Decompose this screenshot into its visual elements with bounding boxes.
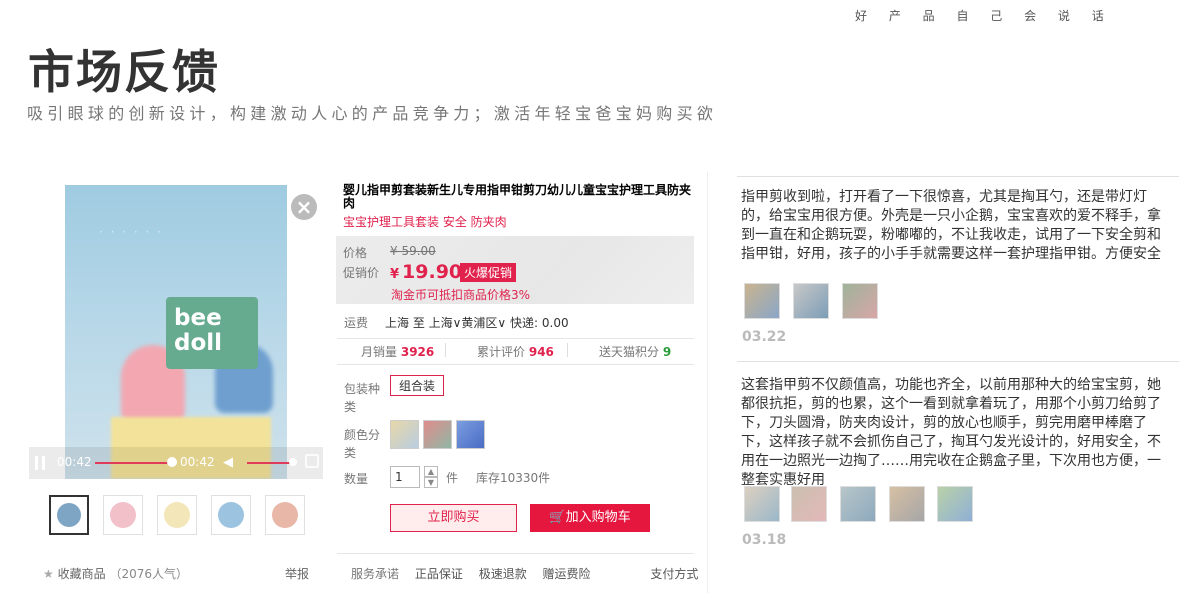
promo-tag: 火爆促销 — [460, 263, 517, 282]
volume-handle[interactable] — [289, 458, 297, 466]
page-title: 市场反馈 — [28, 45, 220, 99]
quantity-label: 数量 — [344, 472, 369, 486]
service-item: 正品保证 — [414, 567, 463, 581]
quantity-unit: 件 — [446, 471, 459, 485]
product-video[interactable]: · · · · · · bee doll — [65, 185, 287, 479]
review-separator — [737, 361, 1179, 362]
divider — [337, 338, 694, 339]
color-label: 颜色分类 — [344, 428, 381, 460]
price-box: 价格 ¥ 59.00 促销价 ¥19.90 火爆促销 淘金币可抵扣商品价格3% — [336, 236, 694, 304]
seek-handle[interactable] — [167, 457, 177, 467]
add-to-cart-button[interactable]: 🛒加入购物车 — [530, 504, 650, 532]
promo-label: 促销价 — [343, 266, 380, 280]
pause-icon[interactable] — [35, 456, 45, 470]
package-label: 包装种类 — [344, 382, 381, 414]
original-price: ¥ 59.00 — [390, 244, 436, 258]
video-controls: 00:42 00:42 ◀ — [29, 447, 323, 479]
promo-price: ¥19.90 — [390, 261, 462, 283]
price-label: 价格 — [343, 246, 368, 260]
review-text: 指甲剪收到啦，打开看了一下很惊喜，尤其是掏耳勺，还是带灯灯的，给宝宝用很方便。外… — [741, 189, 1161, 262]
thumbnail[interactable] — [49, 495, 89, 535]
review-photo[interactable] — [791, 486, 827, 522]
favorite-row[interactable]: ★ 收藏商品 （2076人气） — [43, 565, 188, 582]
color-swatch[interactable] — [456, 420, 485, 449]
brand-logo: bee doll — [166, 297, 258, 369]
volume-slider[interactable] — [247, 462, 291, 464]
review-photo[interactable] — [842, 283, 878, 319]
monthly-sales: 月销量 3926 — [361, 345, 435, 359]
product-subtitle: 宝宝护理工具套装 安全 防夹肉 — [343, 215, 507, 229]
product-gallery: · · · · · · bee doll × 00:42 00:42 ◀ — [29, 185, 323, 479]
color-swatch[interactable] — [390, 420, 419, 449]
shipping-text[interactable]: 上海 至 上海∨黄浦区∨ 快递: 0.00 — [385, 316, 569, 330]
total-reviews[interactable]: 累计评价 946 — [477, 343, 554, 360]
shipping-row[interactable]: 运费 上海 至 上海∨黄浦区∨ 快递: 0.00 — [344, 314, 569, 331]
thumbnail[interactable] — [211, 495, 251, 535]
review-separator — [737, 176, 1179, 177]
currency-symbol: ¥ — [390, 267, 400, 282]
favorite-count: （2076人气） — [109, 567, 188, 581]
review-date: 03.18 — [742, 532, 787, 548]
divider — [337, 553, 694, 554]
close-icon[interactable]: × — [291, 194, 317, 220]
service-item: 赠运费险 — [542, 567, 591, 581]
thumbnail[interactable] — [265, 495, 305, 535]
color-swatch[interactable] — [423, 420, 452, 449]
cart-icon: 🛒 — [549, 510, 566, 525]
video-background-text: · · · · · · — [99, 225, 163, 239]
tmall-points: 送天猫积分 9 — [599, 345, 672, 359]
package-option[interactable]: 组合装 — [390, 375, 445, 396]
star-icon: ★ — [43, 567, 54, 581]
product-title: 婴儿指甲剪套装新生儿专用指甲钳剪刀幼儿儿童宝宝护理工具防夹肉 — [343, 183, 692, 210]
thumbnail[interactable] — [157, 495, 197, 535]
quantity-up-icon[interactable]: ▲ — [424, 466, 438, 477]
shipping-label: 运费 — [344, 316, 369, 330]
favorite-label: 收藏商品 — [57, 567, 106, 581]
divider — [445, 343, 446, 357]
thumbnail[interactable] — [103, 495, 143, 535]
logo-line-1: bee — [174, 305, 222, 331]
service-row: 服务承诺 正品保证 极速退款 赠运费险 支付方式 — [351, 565, 698, 582]
payment-label: 支付方式 — [650, 567, 699, 581]
quantity-input[interactable]: 1 — [390, 466, 420, 488]
quantity-down-icon[interactable]: ▼ — [424, 477, 438, 488]
review-photo[interactable] — [744, 486, 780, 522]
logo-line-2: doll — [174, 330, 223, 356]
review-photo[interactable] — [744, 283, 780, 319]
column-divider — [707, 172, 708, 593]
report-link[interactable]: 举报 — [285, 565, 309, 582]
review-photo[interactable] — [937, 486, 973, 522]
seek-bar[interactable] — [95, 462, 173, 464]
top-tagline: 好 产 品 自 己 会 说 话 — [855, 9, 1113, 23]
stock-count: 库存10330件 — [476, 471, 551, 485]
review-photo[interactable] — [793, 283, 829, 319]
divider — [567, 343, 568, 357]
buy-now-button[interactable]: 立即购买 — [390, 504, 517, 532]
service-item: 极速退款 — [478, 567, 527, 581]
review-photo[interactable] — [840, 486, 876, 522]
review-photo[interactable] — [889, 486, 925, 522]
fullscreen-icon[interactable] — [305, 454, 319, 468]
divider — [337, 364, 694, 365]
page-subtitle: 吸引眼球的创新设计，构建激动人心的产品竞争力；激活年轻宝爸宝妈购买欲 — [27, 104, 718, 123]
volume-icon[interactable]: ◀ — [223, 455, 233, 470]
service-label: 服务承诺 — [351, 567, 400, 581]
current-time: 00:42 — [57, 455, 92, 469]
review-text: 这套指甲剪不仅颜值高，功能也齐全，以前用那种大的给宝宝剪，她都很抗拒，剪的也累，… — [741, 377, 1161, 488]
promo-price-value: 19.90 — [402, 261, 463, 283]
duration-time: 00:42 — [180, 455, 215, 469]
review-date: 03.22 — [742, 329, 787, 345]
coin-note: 淘金币可抵扣商品价格3% — [391, 288, 531, 302]
